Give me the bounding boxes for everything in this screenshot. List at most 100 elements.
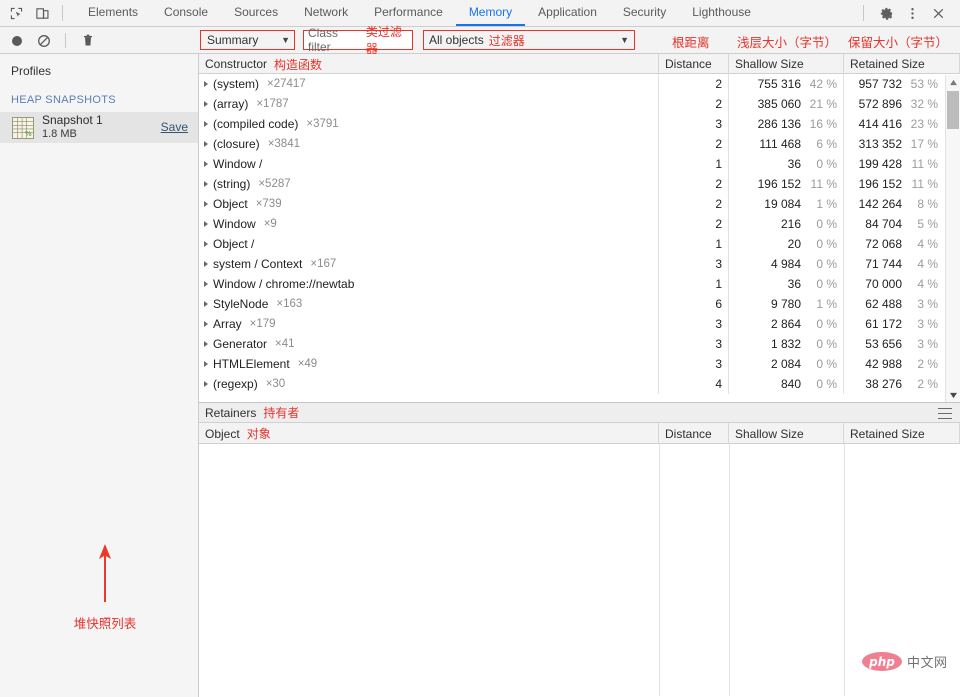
column-header-retained-size[interactable]: Retained Size [844, 423, 960, 444]
table-row[interactable]: system / Context ×167 3 4 984 0 % 71 744 4 % [199, 254, 960, 274]
column-header-distance[interactable]: Distance [659, 423, 729, 444]
tab-network[interactable]: Network [291, 0, 361, 26]
cell-shallow-size: 840 0 % [729, 374, 844, 394]
distance-value: 3 [715, 257, 722, 271]
tab-lighthouse[interactable]: Lighthouse [679, 0, 764, 26]
column-header-object[interactable]: Object 对象 [199, 423, 659, 444]
expand-triangle-icon[interactable] [204, 161, 208, 167]
expand-triangle-icon[interactable] [204, 181, 208, 187]
gear-icon[interactable] [874, 1, 898, 25]
cell-distance: 3 [659, 254, 729, 274]
tab-elements[interactable]: Elements [75, 0, 151, 26]
constructor-count: ×9 [263, 218, 277, 230]
expand-triangle-icon[interactable] [204, 241, 208, 247]
view-type-select[interactable]: Summary ▼ [200, 30, 295, 50]
column-header-constructor[interactable]: Constructor 构造函数 [199, 54, 659, 74]
table-row[interactable]: Object ×739 2 19 084 1 % 142 264 8 % [199, 194, 960, 214]
shallow-size-percent: 1 % [816, 297, 837, 311]
table-row[interactable]: (closure) ×3841 2 111 468 6 % 313 352 17 % [199, 134, 960, 154]
inspect-element-icon[interactable] [8, 5, 25, 22]
tab-console[interactable]: Console [151, 0, 221, 26]
constructor-count: ×5287 [258, 178, 291, 190]
expand-triangle-icon[interactable] [204, 121, 208, 127]
distance-value: 1 [715, 277, 722, 291]
expand-triangle-icon[interactable] [204, 321, 208, 327]
expand-triangle-icon[interactable] [204, 301, 208, 307]
column-label: Distance [665, 426, 712, 441]
table-row[interactable]: Window / 1 36 0 % 199 428 11 % [199, 154, 960, 174]
record-icon[interactable] [8, 32, 25, 49]
scroll-down-arrow-icon[interactable] [946, 388, 960, 402]
cell-retained-size: 53 656 3 % [844, 334, 960, 354]
expand-triangle-icon[interactable] [204, 81, 208, 87]
constructor-table-scrollbar[interactable] [945, 75, 960, 402]
cell-shallow-size: 2 084 0 % [729, 354, 844, 374]
table-row[interactable]: (system) ×27417 2 755 316 42 % 957 732 53 % [199, 74, 960, 94]
cell-shallow-size: 196 152 11 % [729, 174, 844, 194]
column-header-retained-size[interactable]: Retained Size [844, 54, 960, 74]
table-row[interactable]: (string) ×5287 2 196 152 11 % 196 152 11 % [199, 174, 960, 194]
cell-distance: 2 [659, 194, 729, 214]
table-row[interactable]: Window / chrome://newtab 1 36 0 % 70 000 4 % [199, 274, 960, 294]
cell-shallow-size: 9 780 1 % [729, 294, 844, 314]
expand-triangle-icon[interactable] [204, 341, 208, 347]
tab-security[interactable]: Security [610, 0, 679, 26]
shallow-size-value: 36 [787, 157, 801, 171]
constructor-name: Array [213, 317, 242, 331]
scrollbar-thumb[interactable] [947, 91, 959, 129]
tab-sources[interactable]: Sources [221, 0, 291, 26]
expand-triangle-icon[interactable] [204, 221, 208, 227]
save-snapshot-link[interactable]: Save [161, 120, 188, 134]
cell-distance: 2 [659, 174, 729, 194]
tab-application[interactable]: Application [525, 0, 610, 26]
table-row[interactable]: Window ×9 2 216 0 % 84 704 5 % [199, 214, 960, 234]
distance-value: 2 [715, 197, 722, 211]
table-row[interactable]: (compiled code) ×3791 3 286 136 16 % 414 416 2… [199, 114, 960, 134]
close-icon[interactable] [926, 1, 950, 25]
shallow-size-value: 36 [787, 277, 801, 291]
expand-triangle-icon[interactable] [204, 381, 208, 387]
trash-icon[interactable] [79, 32, 96, 49]
table-row[interactable]: Array ×179 3 2 864 0 % 61 172 3 % [199, 314, 960, 334]
device-toolbar-icon[interactable] [34, 5, 51, 22]
shallow-size-percent: 6 % [816, 137, 837, 151]
tab-label: Lighthouse [692, 5, 751, 19]
retained-size-value: 84 704 [865, 217, 902, 231]
devtools-window: Elements Console Sources Network Perform… [0, 0, 960, 697]
expand-triangle-icon[interactable] [204, 201, 208, 207]
table-row[interactable]: Generator ×41 3 1 832 0 % 53 656 3 % [199, 334, 960, 354]
no-entry-clear-icon[interactable] [35, 32, 52, 49]
shallow-size-percent: 0 % [816, 217, 837, 231]
table-row[interactable]: Object / 1 20 0 % 72 068 4 % [199, 234, 960, 254]
tab-memory[interactable]: Memory [455, 0, 526, 26]
expand-triangle-icon[interactable] [204, 101, 208, 107]
retained-size-percent: 17 % [910, 137, 938, 151]
column-header-distance[interactable]: Distance [659, 54, 729, 74]
scroll-up-arrow-icon[interactable] [946, 75, 960, 89]
expand-triangle-icon[interactable] [204, 281, 208, 287]
retainers-title-annotation: 持有者 [263, 406, 300, 420]
cell-constructor: Object ×739 [199, 194, 659, 214]
retained-size-percent: 8 % [917, 197, 938, 211]
cell-retained-size: 196 152 11 % [844, 174, 960, 194]
constructor-count: ×3791 [306, 118, 339, 130]
sidebar-item-snapshot-1[interactable]: % Snapshot 1 1.8 MB Save [0, 112, 198, 143]
class-filter-input[interactable]: Class filter 类过滤器 [303, 25, 413, 56]
more-vertical-icon[interactable] [900, 1, 924, 25]
table-row[interactable]: (array) ×1787 2 385 060 21 % 572 896 32 % [199, 94, 960, 114]
constructor-table: Constructor 构造函数 Distance Shallow Size R… [199, 54, 960, 402]
column-header-shallow-size[interactable]: Shallow Size [729, 423, 844, 444]
expand-triangle-icon[interactable] [204, 361, 208, 367]
table-row[interactable]: (regexp) ×30 4 840 0 % 38 276 2 % [199, 374, 960, 394]
expand-triangle-icon[interactable] [204, 261, 208, 267]
table-row[interactable]: StyleNode ×163 6 9 780 1 % 62 488 3 % [199, 294, 960, 314]
retainers-table-header: Object 对象 Distance Shallow Size Retained… [199, 423, 960, 444]
column-header-shallow-size[interactable]: Shallow Size [729, 54, 844, 74]
cell-distance: 2 [659, 214, 729, 234]
expand-triangle-icon[interactable] [204, 141, 208, 147]
table-row[interactable]: HTMLElement ×49 3 2 084 0 % 42 988 2 % [199, 354, 960, 374]
class-filter-placeholder: Class filter [308, 26, 339, 54]
snapshot-size: 1.8 MB [42, 128, 77, 141]
hamburger-menu-icon[interactable] [938, 408, 952, 419]
object-scope-select[interactable]: All objects 过滤器 ▼ [423, 30, 635, 50]
